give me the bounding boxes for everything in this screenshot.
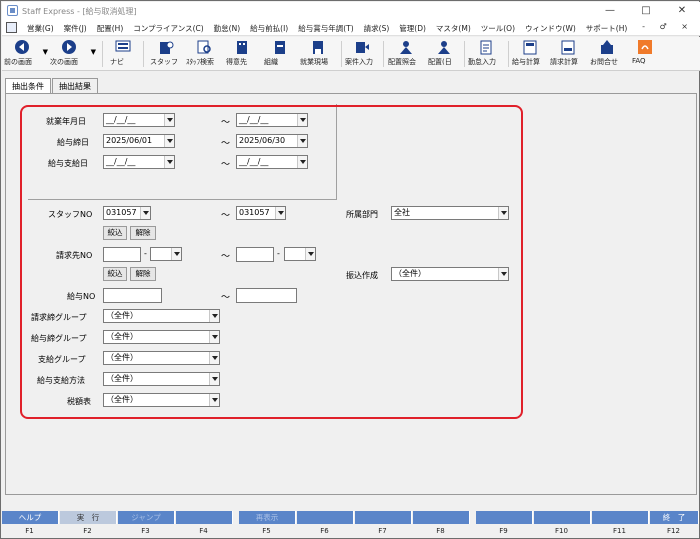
f1-help-button[interactable]: ヘルプ xyxy=(2,511,59,524)
menu-support[interactable]: サポート(H) xyxy=(581,23,633,34)
tab-results[interactable]: 抽出結果 xyxy=(52,78,98,94)
attendance-entry-button[interactable]: 勤怠入力 xyxy=(468,38,504,70)
menu-attendance[interactable]: 勤怠(N) xyxy=(209,23,245,34)
menu-advance-pay[interactable]: 給与前払(I) xyxy=(245,23,293,34)
menu-billing[interactable]: 請求(S) xyxy=(359,23,395,34)
inquiry-button[interactable]: お問合せ xyxy=(590,38,624,70)
f6-label: F6 xyxy=(320,527,329,535)
f2-label: F2 xyxy=(83,527,92,535)
app-icon xyxy=(7,5,18,16)
org-button[interactable]: 組織 xyxy=(264,38,296,70)
pay-calc-icon xyxy=(523,40,537,55)
staff-button[interactable]: スタッフ xyxy=(150,38,182,70)
f4-label: F4 xyxy=(199,527,208,535)
f8-label: F8 xyxy=(436,527,445,535)
next-screen-button[interactable]: 次の画面 ▼ xyxy=(50,38,96,70)
f5-label: F5 xyxy=(262,527,271,535)
toolbar: 前の画面 ▼ 次の画面 ▼ ナビ スタッフ ｽﾀｯﾌ検索 得意先 組織 就業現場… xyxy=(2,37,700,71)
menu-assign[interactable]: 配置(H) xyxy=(92,23,129,34)
f3-jump-button[interactable]: ジャンプ xyxy=(118,511,175,524)
window-title: Staff Express - [給与取消処理] xyxy=(22,7,137,16)
assign-view-icon xyxy=(400,41,412,54)
menu-master[interactable]: マスタ(M) xyxy=(431,23,476,34)
menu-case[interactable]: 案件(J) xyxy=(59,23,92,34)
application-window: Staff Express - [給与取消処理] — □ ✕ 営業(G) 案件(… xyxy=(0,0,700,539)
toolbar-separator xyxy=(143,41,144,67)
org-icon xyxy=(275,41,285,54)
minimize-button[interactable]: — xyxy=(592,3,628,19)
attendance-icon xyxy=(480,40,492,55)
menu-admin[interactable]: 管理(D) xyxy=(394,23,431,34)
highlight-box xyxy=(20,105,523,419)
f1-label: F1 xyxy=(25,527,34,535)
case-entry-icon xyxy=(356,42,369,53)
toolbar-separator xyxy=(464,41,465,67)
f2-execute-button[interactable]: 実 行 xyxy=(60,511,117,524)
staff-search-icon xyxy=(197,40,211,54)
chevron-down-icon[interactable]: ▼ xyxy=(43,48,48,56)
toolbar-separator xyxy=(383,41,384,67)
f12-label: F12 xyxy=(667,527,680,535)
f11-button[interactable] xyxy=(592,511,649,524)
tab-strip: 抽出条件 抽出結果 xyxy=(5,78,99,94)
case-entry-button[interactable]: 案件入力 xyxy=(345,38,379,70)
toolbar-separator xyxy=(341,41,342,67)
assign-view-button[interactable]: 配置照会 xyxy=(388,38,424,70)
bill-calc-button[interactable]: 請求計算 xyxy=(550,38,586,70)
f12-exit-button[interactable]: 終 了 xyxy=(650,511,699,524)
close-button[interactable]: ✕ xyxy=(664,3,700,19)
f5-refresh-button[interactable]: 再表示 xyxy=(239,511,296,524)
assign-day-icon xyxy=(438,41,450,54)
client-button[interactable]: 得意先 xyxy=(226,38,258,70)
title-bar: Staff Express - [給与取消処理] — □ ✕ xyxy=(2,2,700,20)
f8-button[interactable] xyxy=(413,511,470,524)
prev-screen-button[interactable]: 前の画面 ▼ xyxy=(4,38,48,70)
mdi-controls[interactable]: - ♂ × xyxy=(642,22,694,31)
menu-window[interactable]: ウィンドウ(W) xyxy=(520,23,581,34)
back-arrow-icon xyxy=(15,40,29,54)
faq-button[interactable]: FAQ xyxy=(632,38,658,70)
assign-day-button[interactable]: 配置(日 xyxy=(428,38,460,70)
f9-button[interactable] xyxy=(476,511,533,524)
menu-payroll[interactable]: 給与賞与年調(T) xyxy=(293,23,358,34)
chevron-down-icon[interactable]: ▼ xyxy=(91,48,96,56)
menu-bar: 営業(G) 案件(J) 配置(H) コンプライアンス(C) 勤怠(N) 給与前払… xyxy=(2,20,700,36)
toolbar-separator xyxy=(508,41,509,67)
menu-tools[interactable]: ツール(O) xyxy=(476,23,520,34)
f11-label: F11 xyxy=(613,527,626,535)
f10-label: F10 xyxy=(555,527,568,535)
tab-conditions[interactable]: 抽出条件 xyxy=(5,78,51,94)
forward-arrow-icon xyxy=(62,40,76,54)
site-button[interactable]: 就業現場 xyxy=(300,38,336,70)
inquiry-icon xyxy=(601,40,613,54)
staff-icon xyxy=(160,41,174,54)
client-icon xyxy=(237,41,247,54)
menu-sales[interactable]: 営業(G) xyxy=(22,23,59,34)
faq-icon xyxy=(638,40,652,54)
f9-label: F9 xyxy=(499,527,508,535)
function-key-bar: ヘルプ 実 行 ジャンプ 再表示 終 了 xyxy=(2,511,700,525)
f7-button[interactable] xyxy=(355,511,412,524)
f3-label: F3 xyxy=(141,527,150,535)
bill-calc-icon xyxy=(561,40,575,55)
toolbar-separator xyxy=(102,41,103,67)
f10-button[interactable] xyxy=(534,511,591,524)
menu-compliance[interactable]: コンプライアンス(C) xyxy=(128,23,208,34)
navi-button[interactable]: ナビ xyxy=(110,38,136,70)
system-menu-icon[interactable] xyxy=(6,22,17,33)
f7-label: F7 xyxy=(378,527,387,535)
staff-search-button[interactable]: ｽﾀｯﾌ検索 xyxy=(186,38,222,70)
f4-button[interactable] xyxy=(176,511,233,524)
f6-button[interactable] xyxy=(297,511,354,524)
navi-icon xyxy=(115,40,131,52)
pay-calc-button[interactable]: 給与計算 xyxy=(512,38,548,70)
site-icon xyxy=(313,41,323,54)
maximize-button[interactable]: □ xyxy=(628,3,664,19)
